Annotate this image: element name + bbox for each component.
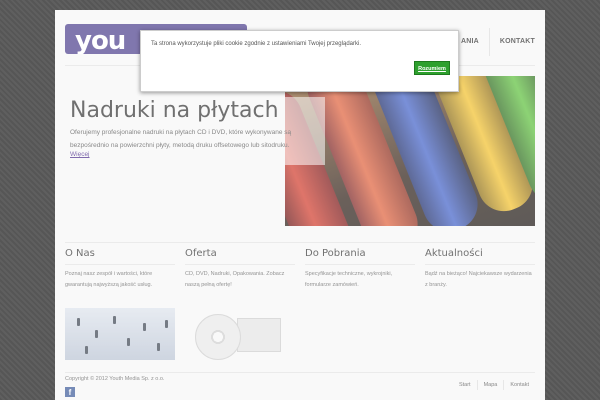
cookie-message: Ta strona wykorzystuje pliki cookie zgod… <box>151 41 361 47</box>
cookie-dialog: Ta strona wykorzystuje pliki cookie zgod… <box>140 30 459 92</box>
cookie-accept-button[interactable]: Rozumiem <box>414 61 450 75</box>
